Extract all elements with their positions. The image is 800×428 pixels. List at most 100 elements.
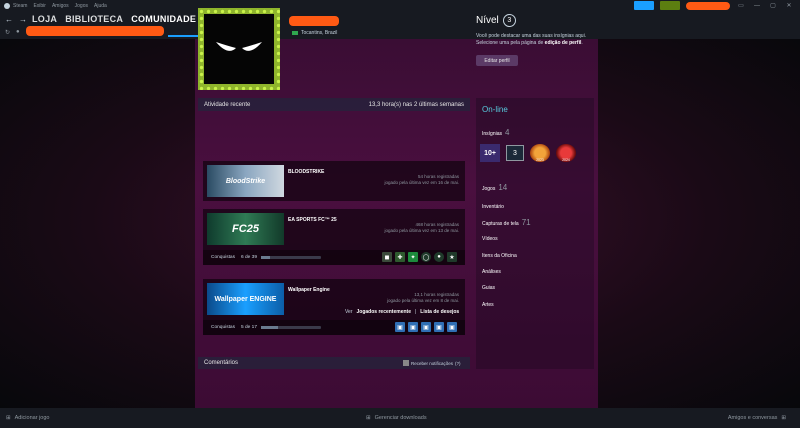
footer-prefix: Ver <box>345 309 353 315</box>
forward-arrow-icon[interactable]: → <box>19 15 27 24</box>
game-name[interactable]: BLOODSTRIKE <box>288 169 324 175</box>
game-thumb-text: FC25 <box>232 223 259 235</box>
games-link[interactable]: Jogos 14 <box>482 183 507 192</box>
game-name[interactable]: EA SPORTS FC™ 25 <box>288 217 337 223</box>
lock-icon: ● <box>16 29 20 35</box>
screenshots-label: Capturas de tela <box>482 221 519 227</box>
artwork-link[interactable]: Artes <box>482 302 494 308</box>
avatar-eyes-icon <box>216 42 262 51</box>
menu-view[interactable]: Exibir <box>33 3 46 9</box>
achievement-icon[interactable]: ▣ <box>421 322 431 332</box>
wishlist-link[interactable]: Lista de desejos <box>420 309 459 315</box>
game-card-wallpaper-engine: Wallpaper ENGINE Wallpaper Engine 13,1 h… <box>203 279 465 335</box>
game-card-fc25: FC25 EA SPORTS FC™ 25 468 horas registra… <box>203 209 465 265</box>
workshop-link[interactable]: Itens da Oficina <box>482 253 517 259</box>
online-status: On-line <box>482 105 508 114</box>
screenshots-count: 71 <box>521 218 531 227</box>
last-played: jogado pela última vez em 8 de mai. <box>386 298 459 303</box>
edit-profile-button[interactable]: Editar perfil <box>476 55 518 66</box>
level-desc-end: . <box>581 40 583 46</box>
game-thumb-text: Wallpaper ENGINE <box>214 295 277 303</box>
reviews-link[interactable]: Análises <box>482 269 501 275</box>
game-thumbnail[interactable]: BloodStrike <box>207 165 284 197</box>
achievement-icon[interactable]: ✚ <box>395 252 405 262</box>
achievement-icon[interactable]: ★ <box>447 252 457 262</box>
badge-steam-replay-2024[interactable]: 2024 <box>556 144 576 162</box>
recently-played-link[interactable]: Jogados recentemente <box>357 309 411 315</box>
achievement-icons: ◼ ✚ ✦ ◯ ● ★ <box>382 252 457 262</box>
footer-separator: | <box>414 309 417 315</box>
maximize-button[interactable]: ▢ <box>768 2 778 9</box>
big-picture-icon[interactable]: ▭ <box>736 2 746 9</box>
nav-arrows: ← → <box>5 15 27 24</box>
game-thumbnail[interactable]: FC25 <box>207 213 284 245</box>
notifications-button[interactable] <box>660 1 680 10</box>
notify-help-icon[interactable]: (?) <box>455 361 461 366</box>
activity-header: Atividade recente 13,3 hora(s) nas 2 últ… <box>198 98 470 111</box>
achievement-icon[interactable]: ▣ <box>434 322 444 332</box>
level-badge[interactable]: 3 <box>502 14 516 27</box>
game-card-bloodstrike: BloodStrike BLOODSTRIKE 54 horas registr… <box>203 161 465 201</box>
notify-label[interactable]: Receber notificações <box>411 361 453 366</box>
badges-link[interactable]: Insígnias 4 <box>482 128 509 137</box>
notify-checkbox[interactable] <box>403 360 409 366</box>
chat-icon: ⊞ <box>781 415 786 421</box>
nav-library[interactable]: BIBLIOTECA <box>65 14 123 24</box>
url-bar-icons: ↻ ● <box>5 29 20 36</box>
broadcast-button[interactable] <box>634 1 654 10</box>
menu-friends[interactable]: Amigos <box>52 3 69 9</box>
game-hours: 13,1 horas registradas jogado pela últim… <box>387 292 459 304</box>
download-icon: ⊞ <box>366 415 371 421</box>
badge-years-of-service[interactable]: 10+ <box>480 144 500 162</box>
badge-level[interactable]: 3 <box>506 145 524 161</box>
profile-location: Tocantins, Brazil <box>292 30 337 36</box>
achievement-icon[interactable]: ▣ <box>408 322 418 332</box>
location-text: Tocantins, Brazil <box>301 30 338 36</box>
titlebar-controls: ▭ — ▢ ✕ <box>634 1 794 10</box>
edit-profile-link[interactable]: edição de perfil <box>545 40 582 46</box>
menu-games[interactable]: Jogos <box>75 3 88 9</box>
redacted-account-name[interactable] <box>686 1 730 10</box>
menu-bar: Steam Exibir Amigos Jogos Ajuda <box>13 3 107 9</box>
achievements-progress-bar <box>261 256 322 259</box>
achievement-icon[interactable]: ◯ <box>421 252 431 262</box>
menu-steam[interactable]: Steam <box>13 3 27 9</box>
achievements-count[interactable]: 5 de 17 <box>241 325 257 330</box>
add-game-label: Adicionar jogo <box>14 415 50 421</box>
achievement-icon[interactable]: ▣ <box>447 322 457 332</box>
activity-title: Atividade recente <box>204 101 251 108</box>
level-panel: Nível 3 Você pode destacar uma das suas … <box>476 14 594 66</box>
add-game-button[interactable]: ⊞ Adicionar jogo <box>6 415 49 421</box>
guides-link[interactable]: Guias <box>482 285 495 291</box>
badges-count: 4 <box>505 128 510 137</box>
game-thumbnail[interactable]: Wallpaper ENGINE <box>207 283 284 315</box>
bottom-bar: ⊞ Adicionar jogo ⊞ Gerenciar downloads A… <box>0 408 800 428</box>
achievement-icon[interactable]: ▣ <box>395 322 405 332</box>
nav-community[interactable]: COMUNIDADE <box>131 14 196 24</box>
badges-label: Insígnias <box>482 131 503 137</box>
achievement-icon[interactable]: ● <box>434 252 444 262</box>
back-arrow-icon[interactable]: ← <box>5 15 13 24</box>
nav-store[interactable]: LOJA <box>32 14 57 24</box>
reload-icon[interactable]: ↻ <box>5 29 10 36</box>
videos-link[interactable]: Vídeos <box>482 236 498 242</box>
badge-steam-replay-2023[interactable]: 2023 <box>530 144 550 162</box>
comments-title: Comentários <box>204 360 239 366</box>
achievement-icon[interactable]: ◼ <box>382 252 392 262</box>
friends-chat-button[interactable]: Amigos e conversas ⊞ <box>728 415 786 421</box>
achievements-count[interactable]: 6 de 39 <box>241 255 257 260</box>
game-name[interactable]: Wallpaper Engine <box>288 287 330 293</box>
close-button[interactable]: ✕ <box>784 2 794 9</box>
minimize-button[interactable]: — <box>752 3 762 9</box>
activity-summary: 13,3 hora(s) nas 2 últimas semanas <box>368 101 464 108</box>
level-description: Você pode destacar uma das suas insígnia… <box>476 33 594 47</box>
menu-help[interactable]: Ajuda <box>94 3 107 9</box>
window-titlebar: Steam Exibir Amigos Jogos Ajuda ▭ — ▢ ✕ <box>0 0 800 11</box>
game-hours: 54 horas registradas jogado pela última … <box>384 174 459 186</box>
profile-sidebar: On-line Insígnias 4 10+ 3 2023 2024 Jogos… <box>476 98 594 369</box>
screenshots-link[interactable]: Capturas de tela 71 <box>482 218 531 227</box>
downloads-button[interactable]: ⊞ Gerenciar downloads <box>366 415 427 421</box>
achievements-progress-fill <box>261 326 279 329</box>
achievement-icon[interactable]: ✦ <box>408 252 418 262</box>
inventory-link[interactable]: Inventário <box>482 204 504 210</box>
